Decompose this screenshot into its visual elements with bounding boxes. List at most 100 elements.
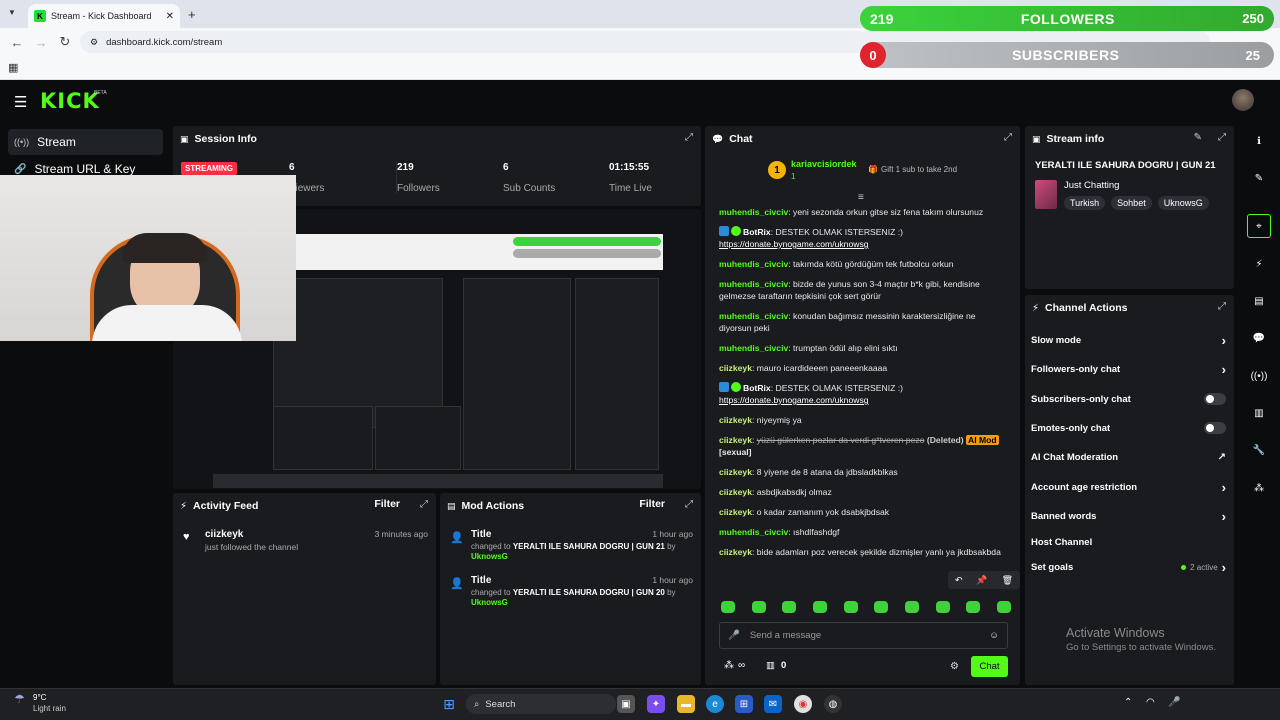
- chat-username[interactable]: muhendis_civciv: [719, 207, 788, 217]
- chat-username[interactable]: ciizkeyk: [719, 487, 752, 497]
- users-icon[interactable]: ⁂: [1247, 476, 1271, 500]
- wifi-icon[interactable]: ◠: [1146, 697, 1155, 708]
- emote[interactable]: [751, 601, 766, 613]
- pencil-icon[interactable]: ✎: [1247, 166, 1271, 190]
- emote[interactable]: [812, 601, 827, 613]
- weather-icon[interactable]: ☂: [14, 692, 25, 706]
- emote[interactable]: [721, 601, 735, 613]
- banned-words-row[interactable]: Banned words ›: [1031, 509, 1226, 524]
- browser-tab[interactable]: K Stream - Kick Dashboard ✕: [28, 4, 180, 28]
- clipboard-icon[interactable]: ▤: [1247, 289, 1271, 313]
- top-gifter-name[interactable]: kariavcisiordek: [791, 159, 857, 169]
- emote[interactable]: [996, 601, 1011, 613]
- chat-mode-icons[interactable]: ⁂ ∞: [724, 660, 745, 671]
- popout-icon[interactable]: ⤢: [1004, 132, 1012, 143]
- user-avatar[interactable]: [1232, 89, 1254, 111]
- emote[interactable]: [904, 601, 919, 613]
- info-icon[interactable]: ℹ: [1247, 129, 1271, 153]
- channel-points[interactable]: ▥ 0: [766, 660, 786, 671]
- microphone-icon[interactable]: 🎤: [728, 630, 740, 641]
- chat-username[interactable]: ciizkeyk: [719, 547, 752, 557]
- mod-user[interactable]: UknowsG: [471, 598, 508, 607]
- delete-icon[interactable]: 🗑: [1002, 575, 1013, 586]
- chat-username[interactable]: ciizkeyk: [719, 415, 752, 425]
- chat-link[interactable]: https://donate.bynogame.com/uknowsg: [719, 239, 869, 249]
- chat-username[interactable]: muhendis_civciv: [719, 311, 788, 321]
- account-age-row[interactable]: Account age restriction ›: [1031, 480, 1226, 495]
- lightning-icon[interactable]: ⚡: [1247, 252, 1271, 276]
- chat-username[interactable]: muhendis_civciv: [719, 279, 788, 289]
- chat-input[interactable]: 🎤 Send a message ☺: [719, 622, 1008, 649]
- chat-username[interactable]: ciizkeyk: [719, 467, 752, 477]
- apps-grid-icon[interactable]: ▦: [8, 61, 18, 74]
- wrench-icon[interactable]: 🔧: [1247, 438, 1271, 462]
- reply-icon[interactable]: ↶: [955, 575, 963, 586]
- edge-icon[interactable]: e: [706, 695, 724, 713]
- chat-settings-icon[interactable]: ⚙: [950, 661, 959, 672]
- chrome-icon[interactable]: ◉: [794, 695, 812, 713]
- expand-icon[interactable]: ⤢: [685, 499, 693, 510]
- menu-icon[interactable]: ☰: [14, 93, 27, 111]
- chat-username[interactable]: muhendis_civciv: [719, 343, 788, 353]
- expand-icon[interactable]: ⤢: [420, 499, 428, 510]
- send-chat-button[interactable]: Chat: [971, 656, 1008, 677]
- followers-only-row[interactable]: Followers-only chat ›: [1031, 362, 1226, 377]
- windows-start-icon[interactable]: ⊞: [440, 695, 458, 713]
- tag[interactable]: UknowsG: [1157, 196, 1209, 210]
- microphone-tray-icon[interactable]: 🎤: [1168, 697, 1180, 708]
- slow-mode-row[interactable]: Slow mode ›: [1031, 333, 1226, 348]
- chat-username[interactable]: ciizkeyk: [719, 363, 752, 373]
- host-channel-row[interactable]: Host Channel: [1031, 535, 1226, 549]
- mod-user[interactable]: UknowsG: [471, 552, 508, 561]
- emote[interactable]: [782, 601, 797, 613]
- filter-button[interactable]: Filter: [639, 498, 665, 510]
- emote[interactable]: [966, 601, 981, 613]
- tag[interactable]: Turkish: [1064, 196, 1106, 210]
- storage-icon[interactable]: ▥: [1247, 401, 1271, 425]
- gift-sub-prompt[interactable]: 🎁 Gift 1 sub to take 2nd: [868, 165, 957, 174]
- emote[interactable]: [874, 601, 889, 613]
- back-icon[interactable]: ←: [10, 35, 24, 50]
- chat-username[interactable]: muhendis_civciv: [719, 259, 788, 269]
- expand-icon[interactable]: ⤢: [1218, 132, 1226, 143]
- broadcast-icon[interactable]: ((•)): [1247, 364, 1271, 388]
- nav-item-stream[interactable]: ((•)) Stream: [8, 129, 163, 155]
- set-goals-row[interactable]: Set goals 2 active ›: [1031, 560, 1226, 575]
- category-name[interactable]: Just Chatting: [1064, 180, 1119, 191]
- store-icon[interactable]: ⊞: [735, 695, 753, 713]
- chat-username[interactable]: BotRix: [743, 227, 771, 237]
- new-tab-icon[interactable]: +: [188, 7, 196, 22]
- expand-icon[interactable]: ⤢: [1218, 301, 1226, 312]
- reload-icon[interactable]: ↻: [58, 34, 72, 50]
- tag[interactable]: Sohbet: [1111, 196, 1152, 210]
- edit-icon[interactable]: ✎: [1194, 132, 1202, 143]
- subscribers-only-toggle[interactable]: [1204, 393, 1226, 405]
- emote[interactable]: [843, 601, 858, 613]
- tray-chevron-icon[interactable]: ⌃: [1124, 697, 1132, 708]
- file-explorer-icon[interactable]: ▬: [677, 695, 695, 713]
- taskbar-search[interactable]: ⌕ Search: [466, 694, 616, 714]
- kick-logo[interactable]: KICK: [40, 89, 100, 113]
- pinned-toggle-icon[interactable]: ≡: [858, 192, 864, 203]
- close-tab-icon[interactable]: ✕: [166, 11, 174, 22]
- obs-icon[interactable]: ◍: [824, 695, 842, 713]
- forward-icon[interactable]: →: [34, 35, 48, 50]
- expand-icon[interactable]: ⤢: [685, 132, 693, 143]
- task-view-icon[interactable]: ▣: [617, 695, 635, 713]
- chat-username[interactable]: muhendis_civciv: [719, 527, 788, 537]
- tab-search-icon[interactable]: ▼: [8, 8, 16, 17]
- site-info-icon[interactable]: ⚙: [90, 37, 98, 48]
- emoji-icon[interactable]: ☺: [989, 630, 999, 641]
- chat-username[interactable]: ciizkeyk: [719, 507, 752, 517]
- pin-icon[interactable]: 📌: [976, 575, 987, 586]
- filter-button[interactable]: Filter: [374, 498, 400, 510]
- outlook-icon[interactable]: ✉: [764, 695, 782, 713]
- chat-username[interactable]: ciizkeyk: [719, 435, 752, 445]
- ai-chat-moderation-row[interactable]: AI Chat Moderation ↗: [1031, 450, 1226, 464]
- copilot-icon[interactable]: ✦: [647, 695, 665, 713]
- focus-icon[interactable]: ⌖: [1247, 214, 1271, 238]
- chat-link[interactable]: https://donate.bynogame.com/uknowsg: [719, 395, 869, 405]
- emote[interactable]: [935, 601, 950, 613]
- chat-username[interactable]: BotRix: [743, 383, 771, 393]
- emotes-only-toggle[interactable]: [1204, 422, 1226, 434]
